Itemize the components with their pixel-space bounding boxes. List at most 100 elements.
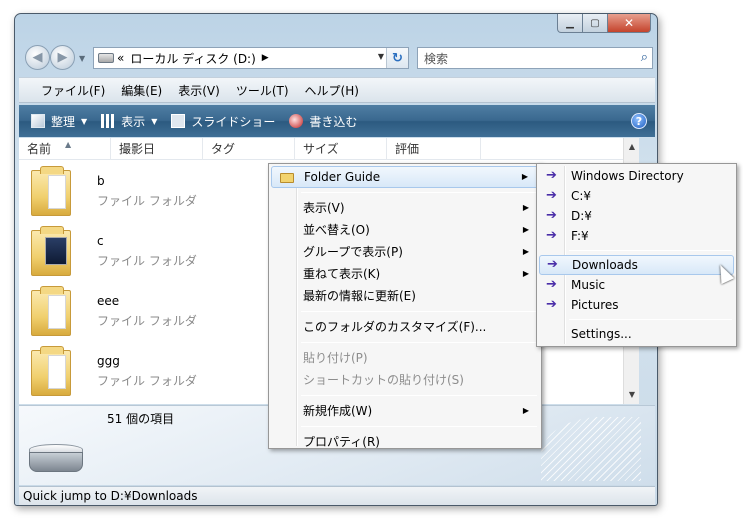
menu-item-view[interactable]: 表示(V) ▶ <box>271 197 539 219</box>
slideshow-label: スライドショー <box>191 114 276 129</box>
organize-button[interactable]: 整理 ▼ <box>31 113 87 130</box>
menu-item-label: プロパティ(R) <box>303 435 380 449</box>
menu-item-sort[interactable]: 並べ替え(O) ▶ <box>271 219 539 241</box>
submenu-item-f-drive[interactable]: ➔ F:¥ <box>539 226 734 246</box>
column-name[interactable]: ▲ 名前 <box>19 138 111 160</box>
menu-item-properties[interactable]: プロパティ(R) <box>271 431 539 453</box>
status-bar: Quick jump to D:¥Downloads <box>19 486 655 505</box>
hard-drive-icon <box>29 444 83 474</box>
folder-icon <box>31 346 71 396</box>
slideshow-button[interactable]: スライドショー <box>171 113 275 130</box>
menu-separator <box>301 342 537 343</box>
chevron-down-icon: ▼ <box>151 116 158 126</box>
menu-bar: ファイル(F) 編集(E) 表示(V) ツール(T) ヘルプ(H) <box>19 77 655 103</box>
menu-item-new[interactable]: 新規作成(W) ▶ <box>271 400 539 422</box>
menu-separator <box>301 192 537 193</box>
list-item[interactable]: c ファイル フォルダ <box>29 226 229 282</box>
submenu-item-windows-directory[interactable]: ➔ Windows Directory <box>539 166 734 186</box>
menu-item-folder-guide[interactable]: Folder Guide ▶ <box>271 166 539 188</box>
menu-item-label: Folder Guide <box>304 170 381 184</box>
scroll-up-icon[interactable]: ▲ <box>624 140 640 154</box>
navigation-row: ◀ ▶ ▼ « ローカル ディスク (D:) ▶ ▼ ↻ 検索 ⌕ <box>23 44 653 72</box>
menu-tools[interactable]: ツール(T) <box>236 82 289 99</box>
submenu-item-label: Pictures <box>571 298 619 312</box>
burn-label: 書き込む <box>309 114 358 129</box>
views-icon <box>101 114 116 128</box>
menu-item-label: グループで表示(P) <box>303 245 403 259</box>
breadcrumb-separator-icon[interactable]: ▶ <box>262 53 269 63</box>
submenu-arrow-icon: ▶ <box>522 406 529 415</box>
burn-button[interactable]: 書き込む <box>289 113 357 130</box>
column-tags[interactable]: タグ <box>203 138 295 160</box>
column-size[interactable]: サイズ <box>295 138 387 160</box>
recent-pages-dropdown[interactable]: ▼ <box>79 54 85 63</box>
address-dropdown-icon[interactable]: ▼ <box>378 52 384 61</box>
submenu-item-label: D:¥ <box>571 209 592 223</box>
arrow-right-icon: ➔ <box>546 228 557 243</box>
menu-file[interactable]: ファイル(F) <box>41 82 105 99</box>
submenu-arrow-icon: ▶ <box>521 172 528 181</box>
back-button[interactable]: ◀ <box>25 45 50 70</box>
column-rating[interactable]: 評価 <box>387 138 481 160</box>
help-icon[interactable]: ? <box>631 113 647 129</box>
address-bar[interactable]: « ローカル ディスク (D:) ▶ ▼ ↻ <box>93 47 409 69</box>
organize-label: 整理 <box>51 114 76 129</box>
views-button[interactable]: 表示 ▼ <box>101 113 157 130</box>
folder-guide-submenu: ➔ Windows Directory ➔ C:¥ ➔ D:¥ ➔ F:¥ ➔ … <box>536 163 737 347</box>
item-type: ファイル フォルダ <box>97 314 197 328</box>
menu-help[interactable]: ヘルプ(H) <box>305 82 359 99</box>
column-header-row: ▲ 名前 撮影日 タグ サイズ 評価 <box>19 138 639 160</box>
menu-item-stack[interactable]: 重ねて表示(K) ▶ <box>271 263 539 285</box>
item-type: ファイル フォルダ <box>97 194 197 208</box>
submenu-item-settings[interactable]: Settings... <box>539 324 734 344</box>
menu-separator <box>301 311 537 312</box>
arrow-right-icon: ➔ <box>547 257 558 272</box>
submenu-arrow-icon: ▶ <box>522 203 529 212</box>
submenu-item-label: C:¥ <box>571 189 592 203</box>
list-item[interactable]: b ファイル フォルダ <box>29 166 229 222</box>
minimize-button[interactable]: ▁ <box>557 14 583 33</box>
menu-edit[interactable]: 編集(E) <box>121 82 162 99</box>
list-item[interactable]: eee ファイル フォルダ <box>29 286 229 342</box>
submenu-item-pictures[interactable]: ➔ Pictures <box>539 295 734 315</box>
maximize-button[interactable]: ▢ <box>583 14 608 33</box>
address-location[interactable]: ローカル ディスク (D:) <box>130 50 255 67</box>
chevron-down-icon: ▼ <box>81 116 88 126</box>
menu-item-label: 重ねて表示(K) <box>303 267 381 281</box>
list-item[interactable]: ggg ファイル フォルダ <box>29 346 229 402</box>
organize-icon <box>31 114 45 128</box>
scroll-down-icon[interactable]: ▼ <box>624 388 640 402</box>
submenu-item-d-drive[interactable]: ➔ D:¥ <box>539 206 734 226</box>
close-button[interactable]: ✕ <box>608 14 651 33</box>
submenu-item-label: Settings... <box>571 327 632 341</box>
menu-separator <box>301 395 537 396</box>
submenu-item-label: F:¥ <box>571 229 589 243</box>
menu-item-group[interactable]: グループで表示(P) ▶ <box>271 241 539 263</box>
menu-item-customize[interactable]: このフォルダのカスタマイズ(F)... <box>271 316 539 338</box>
menu-item-label: 最新の情報に更新(E) <box>303 289 416 303</box>
search-input[interactable]: 検索 ⌕ <box>417 47 653 69</box>
forward-button[interactable]: ▶ <box>50 45 75 70</box>
menu-separator <box>569 250 732 251</box>
item-name: eee <box>97 294 120 308</box>
submenu-item-label: Windows Directory <box>571 169 684 183</box>
submenu-item-c-drive[interactable]: ➔ C:¥ <box>539 186 734 206</box>
menu-item-label: ショートカットの貼り付け(S) <box>303 373 464 387</box>
column-date-taken[interactable]: 撮影日 <box>111 138 203 160</box>
folder-icon <box>31 166 71 216</box>
address-overflow[interactable]: « <box>117 51 124 65</box>
search-icon[interactable]: ⌕ <box>641 50 648 65</box>
submenu-item-downloads[interactable]: ➔ Downloads <box>539 255 734 275</box>
submenu-arrow-icon: ▶ <box>522 225 529 234</box>
menu-view[interactable]: 表示(V) <box>178 82 220 99</box>
menu-item-paste: 貼り付け(P) <box>271 347 539 369</box>
item-count: 51 個の項目 <box>107 412 175 426</box>
refresh-icon[interactable]: ↻ <box>386 48 408 68</box>
drive-icon <box>98 53 114 63</box>
folder-icon <box>31 286 71 336</box>
column-name-label: 名前 <box>27 142 52 156</box>
menu-item-refresh[interactable]: 最新の情報に更新(E) <box>271 285 539 307</box>
menu-separator <box>569 319 732 320</box>
column-filler <box>481 138 639 160</box>
submenu-item-music[interactable]: ➔ Music <box>539 275 734 295</box>
